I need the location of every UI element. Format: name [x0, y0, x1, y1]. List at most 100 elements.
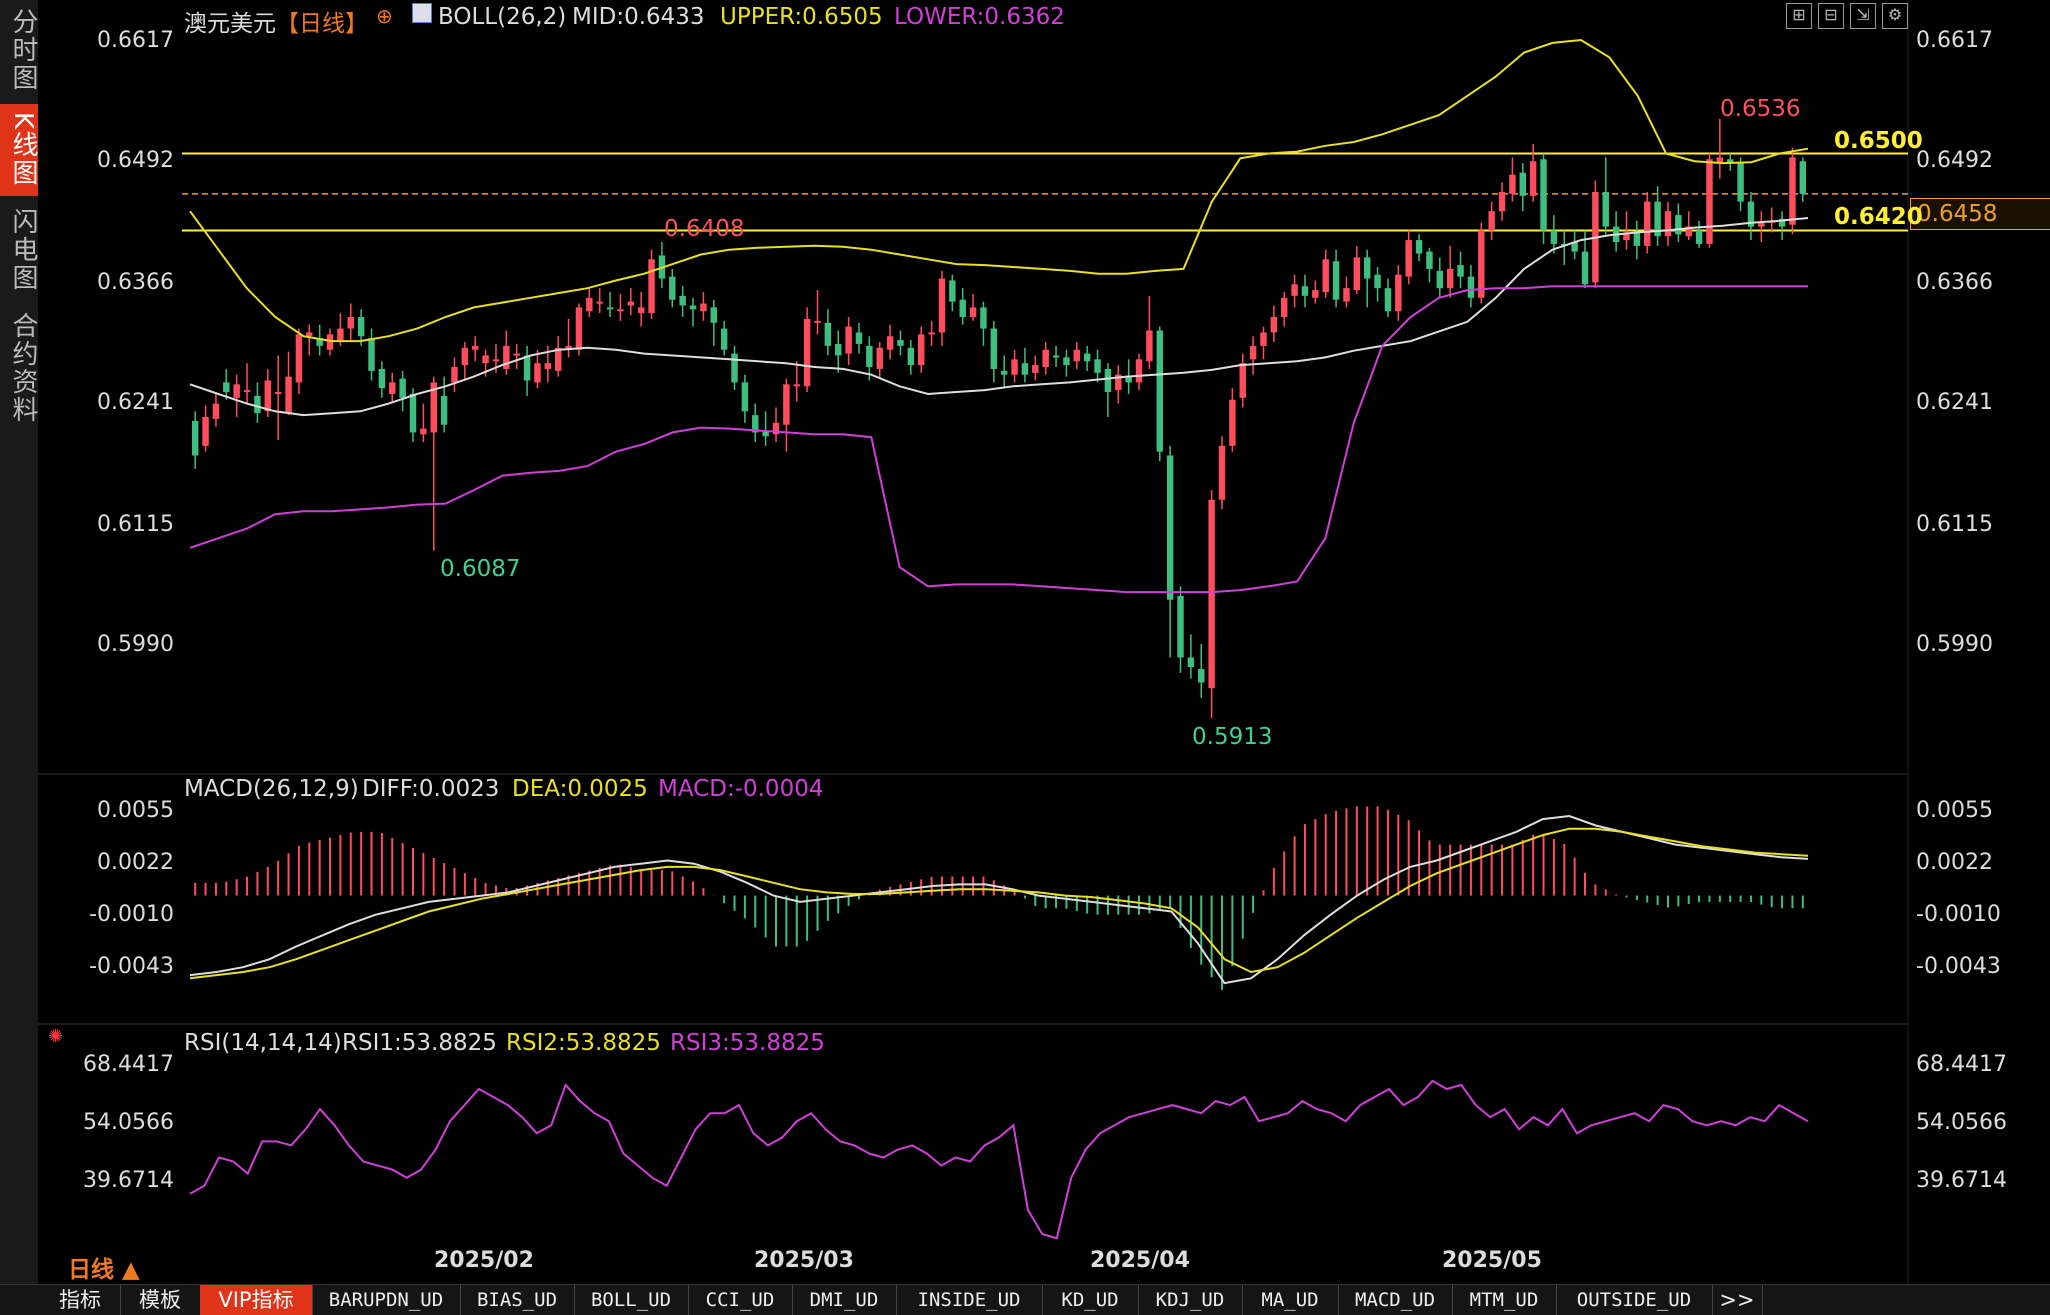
tab-dmi[interactable]: DMI_UD	[792, 1285, 897, 1315]
candle-body	[1478, 230, 1485, 298]
macd-axis-left-label: 0.0055	[97, 798, 174, 823]
tab-inside[interactable]: INSIDE_UD	[896, 1285, 1043, 1315]
candle-body	[637, 307, 645, 314]
candle-body	[1301, 286, 1309, 296]
tab-ma[interactable]: MA_UD	[1242, 1285, 1339, 1315]
candle-body	[669, 276, 676, 300]
candle-body	[1239, 363, 1246, 398]
candle-body	[949, 280, 956, 302]
split-icon[interactable]: ⊟	[1818, 3, 1844, 29]
candle-body	[793, 384, 800, 387]
candle-body	[233, 384, 240, 398]
candle-body	[357, 317, 365, 337]
candle-body	[440, 395, 448, 425]
rsi2-value: RSI2:53.8825	[506, 1030, 661, 1056]
price-axis-right-label: 0.6366	[1916, 270, 1993, 295]
candle-body	[1322, 259, 1329, 293]
tab-kdj[interactable]: KDJ_UD	[1138, 1285, 1243, 1315]
tab-barupdn[interactable]: BARUPDN_UD	[312, 1285, 461, 1315]
candle-body	[959, 299, 966, 318]
candle-body	[1229, 399, 1236, 446]
tab-mtm[interactable]: MTM_UD	[1452, 1285, 1557, 1315]
tab-kd[interactable]: KD_UD	[1042, 1285, 1139, 1315]
candle-body	[1436, 270, 1444, 289]
candle-body	[980, 307, 987, 329]
candle-body	[1498, 191, 1506, 212]
symbol-name: 澳元美元	[184, 11, 276, 37]
indicator-icon[interactable]	[412, 3, 432, 23]
tab-boll[interactable]: BOLL_UD	[574, 1285, 689, 1315]
price-axis-right-label: 0.6115	[1916, 512, 1993, 537]
candle-body	[1446, 268, 1454, 289]
candle-body	[482, 355, 489, 364]
price-axis-right-label: 0.5990	[1916, 632, 1993, 657]
candle-body	[1529, 161, 1537, 196]
candle-body	[191, 420, 199, 456]
tab-cci[interactable]: CCI_UD	[688, 1285, 793, 1315]
rsi-axis-left-label: 54.0566	[83, 1110, 174, 1135]
candle-body	[907, 347, 915, 366]
export-icon[interactable]: ⇲	[1850, 3, 1876, 29]
rsi-line	[189, 1079, 1809, 1240]
candle-body	[1467, 276, 1475, 298]
rsi1-value: RSI1:53.8825	[342, 1030, 497, 1056]
candle-body	[409, 393, 417, 433]
tab-bias[interactable]: BIAS_UD	[460, 1285, 575, 1315]
candle-body	[523, 355, 531, 381]
price-axis-left-label: 0.5990	[97, 632, 174, 657]
tab-indicators[interactable]: 指标	[40, 1285, 121, 1315]
macd-axis-left-label: -0.0010	[89, 902, 174, 927]
rsi-axis-right-label: 54.0566	[1916, 1110, 2007, 1135]
settings-icon[interactable]: ⚙	[1882, 3, 1908, 29]
candle-body	[1675, 215, 1682, 235]
macd-title: MACD(26,12,9)	[184, 776, 359, 802]
candle-body	[1540, 159, 1547, 231]
price-axis-left-label: 0.6241	[97, 390, 174, 415]
candle-body	[1000, 370, 1008, 375]
candle-body	[1218, 445, 1226, 500]
candle-body	[1281, 297, 1288, 318]
rsi-settings-icon[interactable]: ✺	[48, 1026, 66, 1047]
annotation-high: 0.6536	[1720, 96, 1801, 122]
boll-lower-line	[189, 285, 1808, 594]
candle-body	[1021, 363, 1029, 375]
candle-body	[212, 403, 220, 419]
kline-app: 分时图 K线图 闪电图 合约资料 澳元美元 【日线】 ⊕ BOLL(26,2) …	[0, 0, 2050, 1315]
candle-body	[928, 332, 935, 335]
candle-body	[1032, 365, 1039, 373]
candle-body	[1332, 261, 1340, 300]
tab-vip-indicators[interactable]: VIP指标	[200, 1285, 313, 1315]
candle-body	[1799, 161, 1807, 194]
settings-icon[interactable]: ⊕	[376, 4, 393, 28]
candle-body	[835, 343, 842, 356]
candle-body	[472, 345, 479, 350]
candle-body	[741, 382, 749, 412]
rsi-axis-left-label: 39.6714	[83, 1168, 174, 1193]
period-tag: 【日线】	[276, 11, 368, 37]
candle-body	[1146, 330, 1153, 362]
candle-body	[1789, 157, 1796, 225]
chart-canvas[interactable]	[0, 0, 2050, 1284]
price-axis-right-label: 0.6617	[1916, 28, 1993, 53]
candle-body	[596, 301, 603, 304]
tab-outside[interactable]: OUTSIDE_UD	[1556, 1285, 1713, 1315]
macd-axis-right-label: 0.0022	[1916, 850, 1993, 875]
candle-body	[1457, 265, 1464, 277]
period-switch-button[interactable]: 日线 ▲	[68, 1250, 140, 1284]
candle-body	[731, 353, 738, 383]
candle-body	[627, 301, 635, 306]
tab-more-button[interactable]: >>	[1712, 1285, 1763, 1315]
candle-body	[886, 336, 894, 350]
candle-body	[679, 295, 686, 306]
candle-body	[461, 347, 469, 366]
candle-body	[1063, 357, 1070, 366]
tab-macd[interactable]: MACD_UD	[1338, 1285, 1453, 1315]
macd-axis-left-label: 0.0022	[97, 850, 174, 875]
boll-upper-value: UPPER:0.6505	[720, 4, 883, 30]
grid-icon[interactable]: ⊞	[1786, 3, 1812, 29]
candle-body	[1249, 345, 1257, 360]
tab-templates[interactable]: 模板	[120, 1285, 201, 1315]
candle-body	[845, 326, 852, 354]
candle-body	[1426, 251, 1433, 269]
date-label: 2025/03	[754, 1248, 854, 1273]
